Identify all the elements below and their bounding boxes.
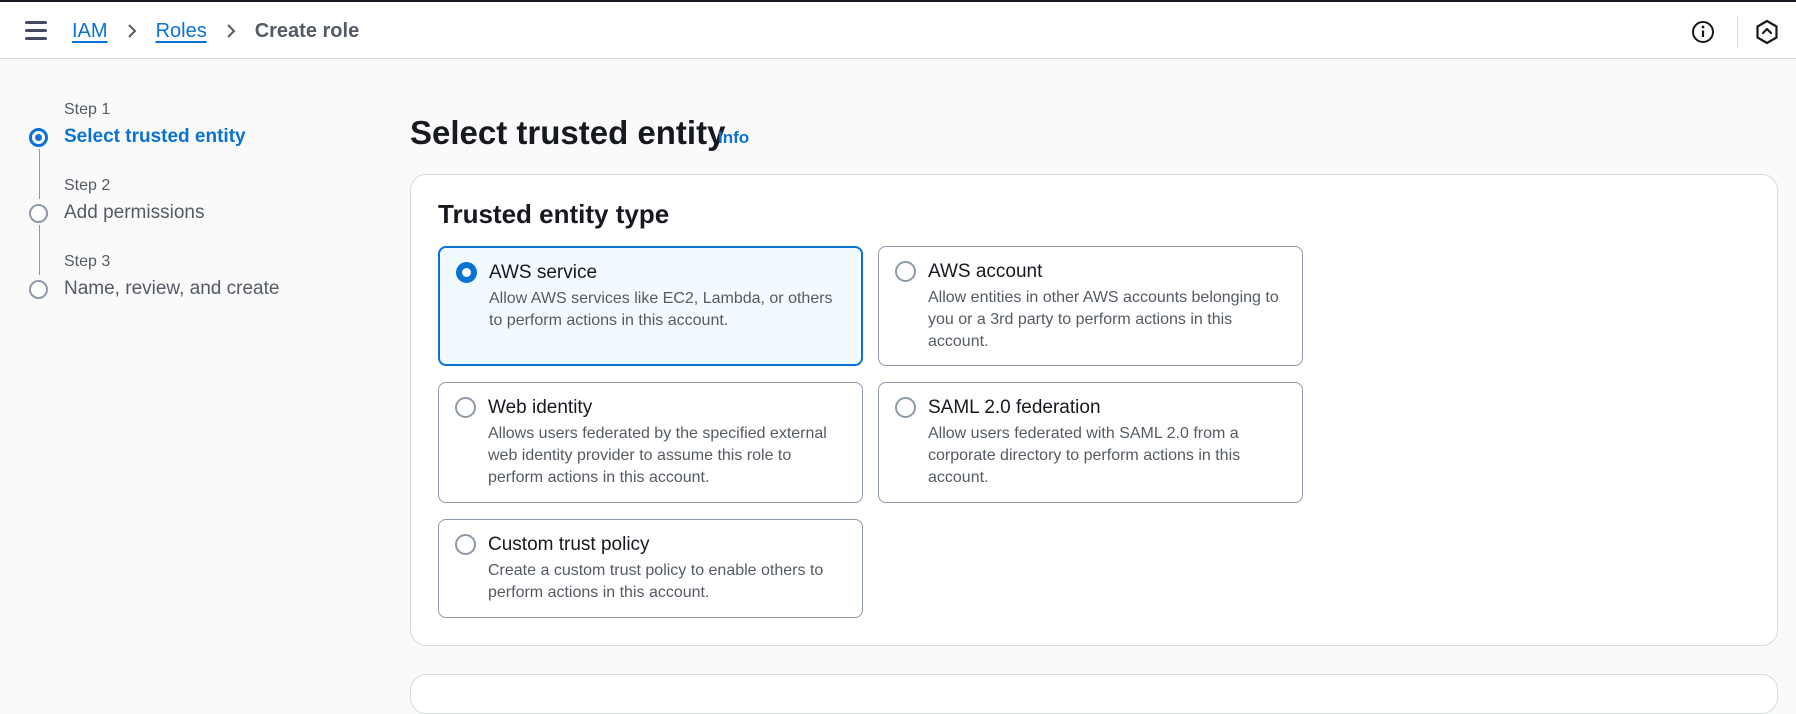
option-title: Web identity: [488, 397, 593, 418]
breadcrumb-link-iam[interactable]: IAM: [72, 20, 108, 43]
step-indicator-icon: [29, 128, 48, 147]
radio-button[interactable]: [456, 262, 477, 283]
menu-icon[interactable]: [25, 21, 47, 41]
step-indicator-icon: [29, 280, 48, 299]
option-description: Create a custom trust policy to enable o…: [488, 562, 824, 601]
breadcrumb: IAM Roles Create role: [72, 18, 359, 44]
wizard-step-2: Step 2 Add permissions: [24, 172, 344, 275]
option-description: Allows users federated by the specified …: [488, 425, 827, 486]
step-title[interactable]: Select trusted entity: [64, 126, 246, 148]
header-divider: [1737, 16, 1738, 48]
option-description: Allow entities in other AWS accounts bel…: [928, 289, 1279, 350]
chevron-right-icon: [226, 24, 236, 38]
step-title: Name, review, and create: [64, 278, 280, 299]
section-title: Trusted entity type: [438, 199, 670, 229]
step-title: Add permissions: [64, 202, 205, 223]
step-number: Step 3: [64, 253, 111, 270]
step-number: Step 2: [64, 177, 111, 194]
step-number: Step 1: [64, 101, 111, 118]
page-title: Select trusted entity: [410, 114, 726, 151]
option-saml-federation[interactable]: SAML 2.0 federation Allow users federate…: [878, 382, 1303, 503]
wizard-step-3: Step 3 Name, review, and create: [24, 248, 344, 324]
breadcrumb-link-roles[interactable]: Roles: [156, 20, 207, 43]
option-web-identity[interactable]: Web identity Allows users federated by t…: [438, 382, 863, 503]
breadcrumb-current: Create role: [254, 19, 360, 42]
wizard-step-1[interactable]: Step 1 Select trusted entity: [24, 96, 344, 199]
chevron-right-icon: [127, 24, 136, 38]
option-title: SAML 2.0 federation: [928, 397, 1101, 418]
option-title: AWS service: [489, 262, 598, 283]
wizard-steps: Step 1 Select trusted entity Step 2 Add …: [24, 96, 344, 324]
radio-button[interactable]: [455, 397, 476, 418]
option-title: Custom trust policy: [488, 534, 650, 555]
info-link[interactable]: Info: [718, 128, 749, 148]
option-aws-account[interactable]: AWS account Allow entities in other AWS …: [878, 246, 1303, 366]
option-title: AWS account: [928, 261, 1043, 282]
option-description: Allow users federated with SAML 2.0 from…: [928, 425, 1241, 486]
step-indicator-icon: [29, 204, 48, 223]
option-description: Allow AWS services like EC2, Lambda, or …: [489, 290, 833, 329]
option-aws-service[interactable]: AWS service Allow AWS services like EC2,…: [438, 246, 863, 366]
radio-button[interactable]: [455, 534, 476, 555]
radio-button[interactable]: [895, 397, 916, 418]
option-custom-trust-policy[interactable]: Custom trust policy Create a custom trus…: [438, 519, 863, 618]
settings-hexagon-icon[interactable]: [1754, 19, 1780, 45]
info-icon[interactable]: [1691, 20, 1715, 44]
next-section-container: [410, 674, 1778, 714]
top-navigation: IAM Roles Create role: [0, 0, 1796, 59]
radio-button[interactable]: [895, 261, 916, 282]
trusted-entity-container: Trusted entity type AWS service Allow AW…: [410, 174, 1778, 646]
